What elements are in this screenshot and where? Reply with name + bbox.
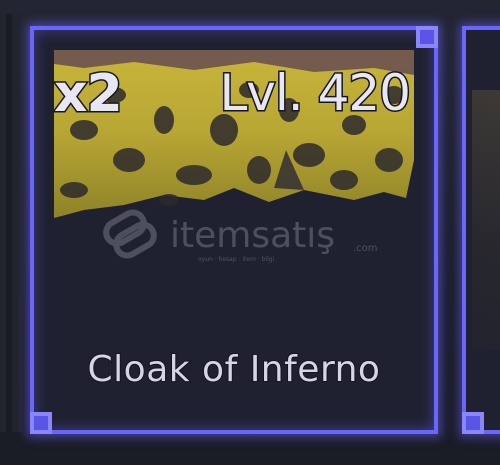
inventory-slot[interactable]: x2 Lvl. 420 Cloak of Inferno (30, 26, 438, 434)
partial-item-icon (472, 90, 500, 350)
slot-corner-top-right (416, 26, 438, 48)
adjacent-inventory-slot[interactable] (462, 26, 500, 434)
item-quantity: x2 (53, 64, 125, 124)
slot-corner-bottom-left (30, 412, 52, 434)
slot-corner-bottom-left (462, 412, 484, 434)
item-level: Lvl. 420 (218, 64, 413, 122)
item-name: Cloak of Inferno (87, 349, 381, 390)
previous-slot-edge (0, 14, 22, 432)
